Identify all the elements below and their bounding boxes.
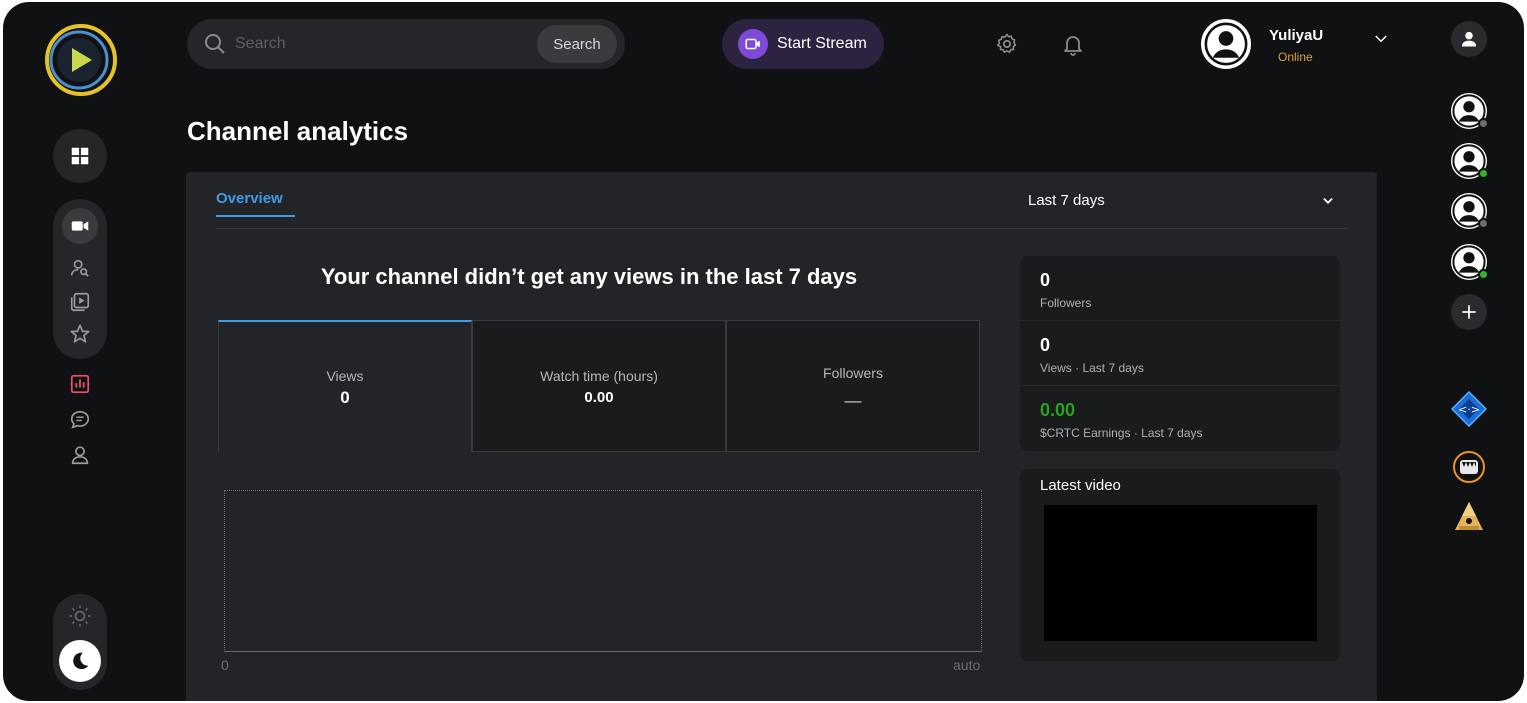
latest-video-card: Latest video [1020, 469, 1340, 661]
pyramid-icon[interactable] [1451, 499, 1487, 535]
username: YuliyaU [1269, 27, 1324, 44]
analytics-icon [70, 374, 90, 394]
stat-label: $CRTC Earnings · Last 7 days [1040, 426, 1203, 440]
analytics-button[interactable] [53, 367, 107, 401]
offline-indicator [1478, 218, 1489, 229]
go-live-button[interactable] [53, 208, 107, 244]
followed-channel-3[interactable] [1451, 193, 1489, 229]
stat-label: Followers [1040, 296, 1092, 310]
dark-mode-button[interactable] [59, 640, 101, 682]
user-icon [1461, 31, 1477, 47]
metric-tab-followers[interactable]: Followers — [726, 320, 980, 452]
empty-state-message: Your channel didn’t get any views in the… [320, 264, 858, 289]
stat-earnings: 0.00 $CRTC Earnings · Last 7 days [1020, 386, 1340, 451]
add-channel-button[interactable] [1451, 294, 1487, 330]
start-stream-button[interactable]: Start Stream [722, 19, 884, 69]
metric-value: 0.00 [584, 389, 614, 406]
online-indicator [1478, 168, 1489, 179]
stream-icon [745, 38, 760, 50]
channel-tools-group [53, 199, 107, 359]
stat-value: 0 [1040, 335, 1051, 355]
followed-channel-4[interactable] [1451, 244, 1489, 280]
user-status: Online [1278, 50, 1313, 64]
x-axis-start-label: 0 [221, 657, 229, 673]
metric-label: Views [326, 368, 364, 384]
divider [216, 228, 1348, 229]
community-button[interactable] [53, 251, 107, 285]
moon-icon [73, 652, 89, 670]
profile-button[interactable] [53, 438, 107, 472]
date-range-select[interactable]: Last 7 days [1028, 192, 1105, 209]
sun-icon[interactable] [68, 604, 92, 628]
favorites-button[interactable] [53, 317, 107, 351]
chat-button[interactable] [53, 403, 107, 437]
gear-icon[interactable] [995, 32, 1019, 56]
video-library-icon [70, 292, 90, 312]
monster-icon[interactable] [1451, 449, 1487, 485]
metric-label: Watch time (hours) [540, 368, 658, 384]
theme-toggle[interactable] [53, 594, 107, 690]
followed-channel-2[interactable] [1451, 143, 1489, 179]
dashboard-icon [71, 147, 89, 165]
stat-followers: 0 Followers [1020, 256, 1340, 321]
plus-icon [1462, 305, 1476, 319]
dashboard-button[interactable] [53, 129, 107, 183]
user-icon [71, 446, 89, 465]
search-icon [205, 34, 225, 54]
svg-text:<·>: <·> [1458, 403, 1480, 416]
user-icon [1204, 22, 1248, 66]
page-title: Channel analytics [187, 116, 409, 146]
star-icon [70, 324, 90, 343]
views-chart [224, 490, 982, 652]
tab-active-indicator [216, 215, 295, 217]
crypto-diamond-icon[interactable]: <·> [1451, 391, 1487, 427]
latest-video-thumbnail[interactable] [1044, 505, 1317, 641]
app-window: Search Start Stream YuliyaU Online [3, 2, 1524, 701]
metric-label: Followers [823, 365, 883, 381]
start-stream-label: Start Stream [777, 35, 867, 52]
analytics-panel: Overview Last 7 days Your channel didn’t… [186, 172, 1377, 701]
avatar[interactable] [1201, 19, 1251, 69]
stat-label: Views · Last 7 days [1040, 361, 1144, 375]
chevron-down-icon[interactable] [1321, 194, 1335, 208]
metric-tab-watch-time[interactable]: Watch time (hours) 0.00 [472, 320, 726, 452]
videos-button[interactable] [53, 285, 107, 319]
followed-channel-1[interactable] [1451, 93, 1489, 129]
tab-overview[interactable]: Overview [216, 190, 283, 207]
metric-value: — [844, 391, 862, 410]
chevron-down-icon[interactable] [1372, 30, 1390, 48]
latest-video-title: Latest video [1040, 477, 1121, 494]
camera-icon [71, 221, 89, 231]
stat-views: 0 Views · Last 7 days [1020, 321, 1340, 386]
stat-value: 0.00 [1040, 400, 1076, 420]
search-bar: Search [187, 19, 625, 69]
chat-icon [70, 410, 90, 429]
metric-tab-views[interactable]: Views 0 [218, 320, 472, 452]
online-indicator [1478, 269, 1489, 280]
x-axis-end-label: auto [953, 657, 981, 673]
search-button[interactable]: Search [537, 25, 617, 63]
account-button[interactable] [1451, 21, 1487, 57]
stat-value: 0 [1040, 270, 1051, 290]
metric-value: 0 [340, 388, 350, 407]
bell-icon[interactable] [1061, 32, 1085, 56]
logo-icon[interactable] [43, 22, 119, 98]
people-search-icon [70, 259, 89, 277]
offline-indicator [1478, 118, 1489, 129]
search-input[interactable] [235, 29, 525, 59]
stats-card: 0 Followers 0 Views · Last 7 days 0.00 $… [1020, 256, 1340, 451]
